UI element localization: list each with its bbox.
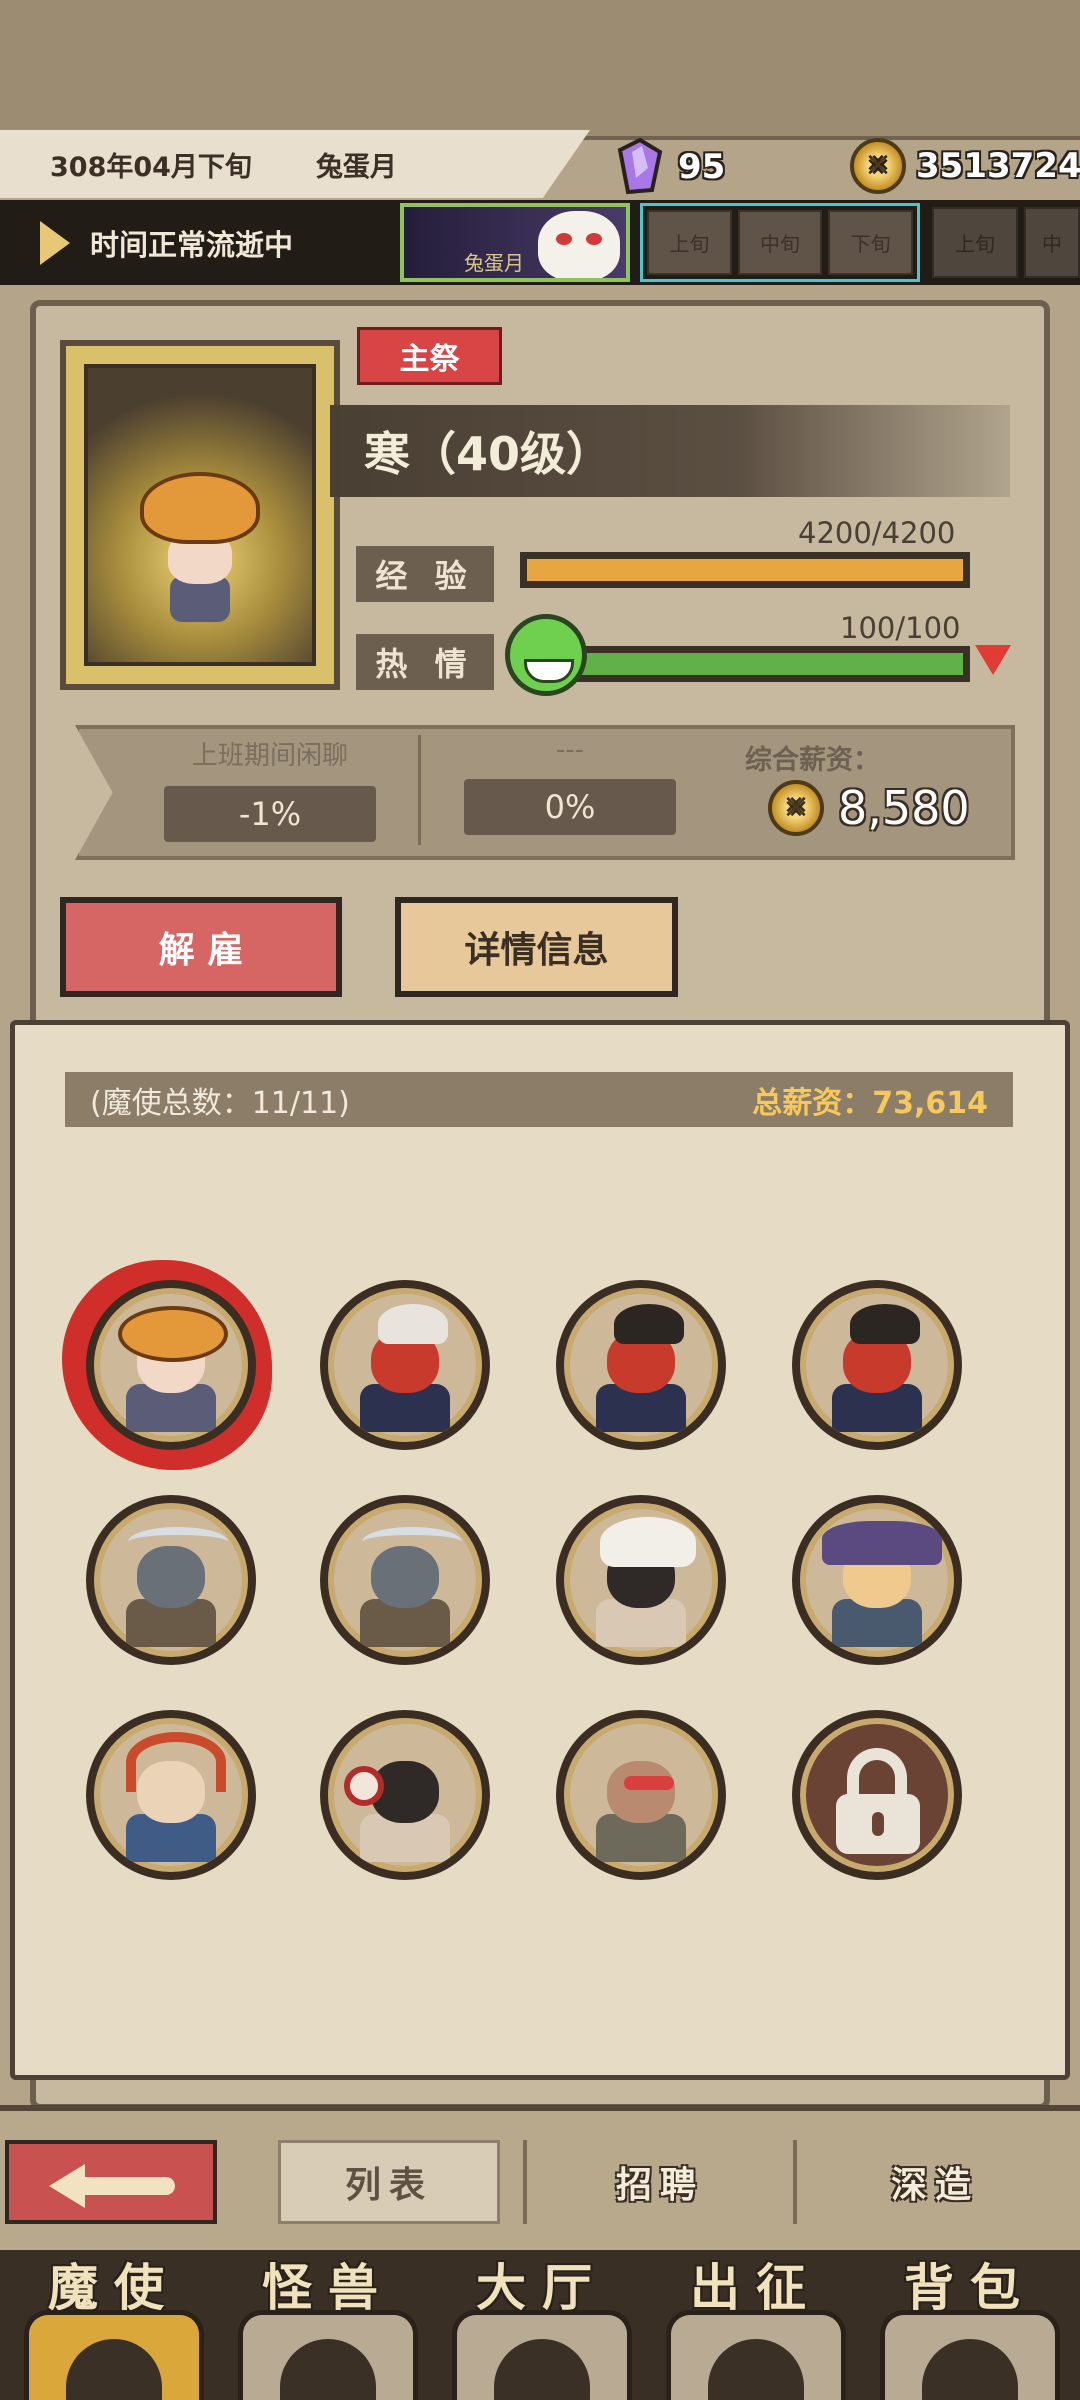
salary-label: 综合薪资： [745,745,880,776]
back-arrow-icon [9,2144,213,2220]
period-late[interactable]: 下旬 [828,210,914,275]
passion-label: 热 情 [356,634,494,690]
crystal-count: 95 [678,147,726,187]
exp-label: 经 验 [356,546,494,602]
exp-bar-fill [527,559,963,581]
portrait-background [84,364,316,666]
minion-avatar-warrior-white-hair[interactable] [320,1280,490,1450]
tab-list[interactable]: 列表 [278,2140,500,2224]
skull-icon [24,2310,204,2400]
trait-chat[interactable]: 上班期间闲聊 -1% [155,735,385,850]
passion-decrease-arrow-icon [975,645,1011,675]
nav-expedition[interactable]: 出征 [650,2248,862,2400]
top-background [0,0,1080,140]
exp-bar [520,552,970,588]
trait-empty[interactable]: --- 0% [455,735,685,850]
minion-avatar-horned-mask-2[interactable] [320,1495,490,1665]
role-badge: 主祭 [357,327,502,385]
month-banner-image[interactable]: 兔蛋月 [400,203,630,282]
locked-slot[interactable] [792,1710,962,1880]
bunny-mascot-icon [538,211,620,278]
nav-monsters[interactable]: 怪兽 [222,2248,434,2400]
total-salary: 总薪资：73,614 [752,1085,988,1121]
nav-minions[interactable]: 魔使 [8,2248,220,2400]
nav-expedition-label: 出征 [690,2259,822,2317]
play-icon [40,220,70,265]
minion-avatar-eye-staff[interactable] [320,1710,490,1880]
tab-separator [793,2140,797,2224]
nav-hall-label: 大厅 [476,2259,608,2317]
minion-count: (魔使总数：11/11) [90,1085,350,1121]
current-date: 308年04月下旬 [50,151,252,183]
back-button[interactable] [5,2140,217,2224]
minion-avatar-warrior-axe[interactable] [792,1280,962,1450]
minion-avatar-horned-mask-1[interactable] [86,1495,256,1665]
passion-bar-fill [567,653,963,675]
nav-backpack[interactable]: 背包 [864,2248,1076,2400]
minion-avatar-purple-hat[interactable] [792,1495,962,1665]
salary-coin-icon: ✕ [768,780,824,836]
tab-separator [523,2140,527,2224]
nav-backpack-label: 背包 [904,2259,1036,2317]
minion-avatar-bandaged[interactable] [556,1710,726,1880]
gold-count: 3513724 [916,146,1080,186]
crystal-counter[interactable]: 95 [610,138,725,196]
trait-divider [418,735,421,845]
time-status-text: 时间正常流逝中 [90,227,294,262]
pumpkin-hat-character-icon [140,472,260,622]
trait-empty-value: 0% [464,779,676,835]
salary-value: 8,580 [838,781,970,835]
exp-value: 4200/4200 [798,516,956,550]
current-month-name: 兔蛋月 [315,151,397,183]
minion-avatar-pumpkin[interactable] [86,1280,256,1450]
salary-display: ✕ 8,580 [768,780,970,836]
gold-counter[interactable]: ✕ 3513724 [850,138,1080,194]
minion-avatar-red-hood[interactable] [86,1710,256,1880]
period-mid[interactable]: 中旬 [737,210,823,275]
period-selector: 上旬 中旬 下旬 [640,203,920,282]
happy-face-icon [505,614,587,696]
passion-value: 100/100 [840,611,961,645]
nav-minions-label: 魔使 [48,2259,180,2317]
next-period-early[interactable]: 上旬 [932,207,1018,278]
date-banner: 308年04月下旬 兔蛋月 [0,130,590,198]
tab-deep-training[interactable]: 深造 [815,2140,1055,2224]
monster-icon [238,2310,418,2400]
next-period-mid[interactable]: 中 [1024,207,1080,278]
trait-empty-label: --- [555,735,585,765]
hall-icon [452,2310,632,2400]
passion-bar [560,646,970,682]
nav-hall[interactable]: 大厅 [436,2248,648,2400]
expedition-icon [666,2310,846,2400]
details-button[interactable]: 详情信息 [395,897,678,997]
minion-avatar-warrior-black-hair[interactable] [556,1280,726,1450]
roster-summary-bar: (魔使总数：11/11) 总薪资：73,614 [65,1072,1013,1127]
minion-avatar-white-hair-shadow[interactable] [556,1495,726,1665]
nav-monsters-label: 怪兽 [262,2259,394,2317]
tab-recruit[interactable]: 招聘 [540,2140,780,2224]
backpack-icon [880,2310,1060,2400]
period-early[interactable]: 上旬 [647,210,732,275]
dismiss-button[interactable]: 解 雇 [60,897,342,997]
month-banner-label: 兔蛋月 [464,251,524,275]
gold-coin-icon: ✕ [850,138,906,194]
minion-name: 寒（40级） [330,405,1010,497]
trait-chat-label: 上班期间闲聊 [191,741,348,771]
minion-portrait[interactable] [60,340,340,690]
crystal-icon [617,138,663,195]
time-play-button[interactable]: 时间正常流逝中 [0,200,400,285]
trait-chat-value: -1% [164,786,376,842]
